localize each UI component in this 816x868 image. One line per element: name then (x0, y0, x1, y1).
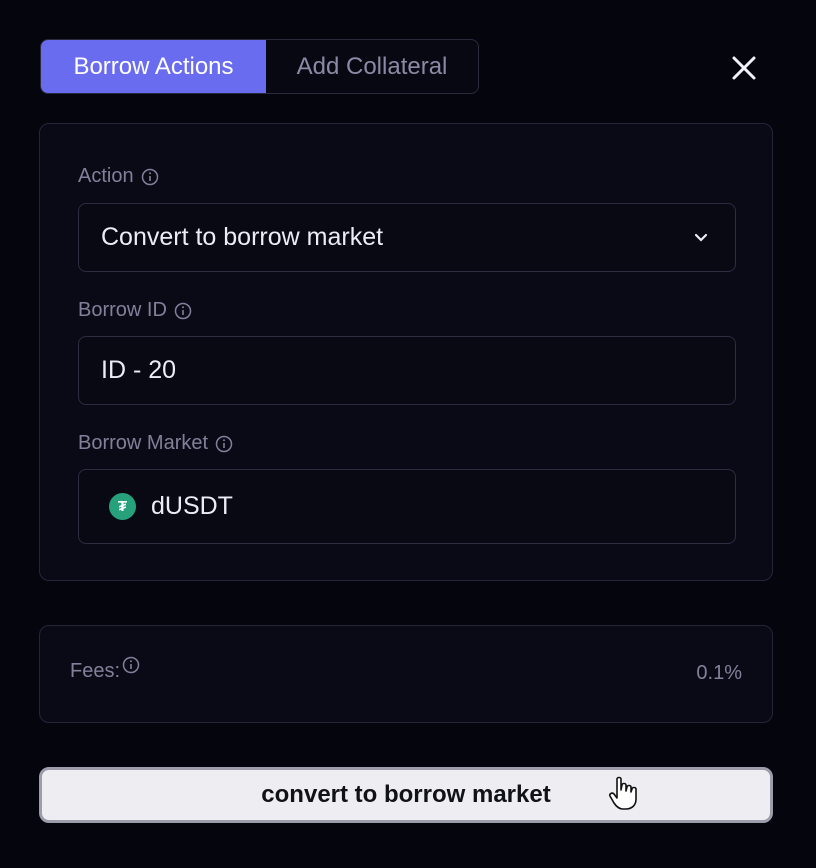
info-icon[interactable] (122, 656, 140, 674)
fees-label-text: Fees: (70, 660, 121, 682)
close-button[interactable] (728, 52, 760, 84)
tab-borrow-actions[interactable]: Borrow Actions (41, 40, 266, 93)
action-label: Action (78, 165, 159, 188)
fees-label: Fees: (70, 656, 140, 683)
close-icon (732, 56, 756, 80)
borrow-market-value: dUSDT (151, 492, 233, 520)
tether-token-icon: ₮ (109, 493, 136, 520)
action-label-text: Action (78, 165, 134, 187)
info-icon[interactable] (174, 302, 192, 320)
info-icon[interactable] (215, 435, 233, 453)
info-icon[interactable] (141, 168, 159, 186)
borrow-id-field[interactable]: ID - 20 (78, 336, 736, 405)
action-select-value: Convert to borrow market (101, 223, 384, 251)
borrow-market-label: Borrow Market (78, 432, 233, 455)
action-select[interactable]: Convert to borrow market (78, 203, 736, 272)
borrow-id-value: ID - 20 (101, 356, 177, 384)
fees-panel: Fees: 0.1% (39, 625, 773, 723)
chevron-down-icon (694, 233, 708, 242)
tab-group: Borrow Actions Add Collateral (40, 39, 479, 94)
hand-cursor-icon (609, 776, 637, 810)
convert-to-borrow-market-button[interactable]: convert to borrow market (39, 767, 773, 823)
borrow-action-panel: Action Convert to borrow market Borrow I… (39, 123, 773, 581)
borrow-id-label: Borrow ID (78, 299, 192, 322)
borrow-id-label-text: Borrow ID (78, 299, 167, 321)
tab-add-collateral[interactable]: Add Collateral (266, 40, 478, 93)
borrow-market-field[interactable]: ₮ dUSDT (78, 469, 736, 544)
borrow-market-label-text: Borrow Market (78, 432, 209, 454)
fees-value: 0.1% (696, 662, 742, 684)
